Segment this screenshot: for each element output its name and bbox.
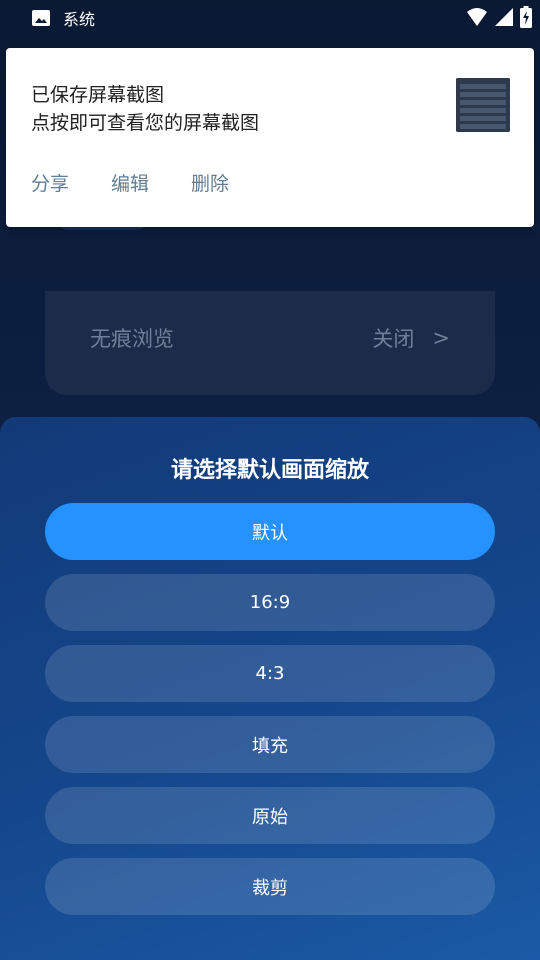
zoom-option-crop[interactable]: 裁剪 bbox=[45, 858, 495, 915]
incognito-setting-value: 关闭 > bbox=[372, 323, 450, 353]
screenshot-thumbnail[interactable] bbox=[456, 78, 510, 132]
incognito-setting-label: 无痕浏览 bbox=[90, 327, 174, 351]
battery-charging-icon bbox=[520, 6, 532, 32]
zoom-option-default[interactable]: 默认 bbox=[45, 503, 495, 560]
signal-icon bbox=[494, 7, 514, 31]
zoom-option-original[interactable]: 原始 bbox=[45, 787, 495, 844]
zoom-option-16-9[interactable]: 16:9 bbox=[45, 574, 495, 631]
chevron-right-icon: > bbox=[432, 326, 450, 350]
zoom-option-4-3[interactable]: 4:3 bbox=[45, 645, 495, 702]
zoom-option-fill[interactable]: 填充 bbox=[45, 716, 495, 773]
status-bar: 系统 bbox=[0, 0, 540, 36]
notification-actions: 分享 编辑 删除 bbox=[31, 169, 229, 196]
incognito-setting-value-text: 关闭 bbox=[372, 327, 415, 351]
wifi-icon bbox=[466, 7, 488, 31]
status-app-label: 系统 bbox=[63, 10, 96, 29]
notification-body: 点按即可查看您的屏幕截图 bbox=[31, 112, 260, 134]
notification-title: 已保存屏幕截图 bbox=[31, 84, 165, 106]
edit-button[interactable]: 编辑 bbox=[111, 169, 149, 196]
sheet-title: 请选择默认画面缩放 bbox=[170, 458, 369, 483]
image-icon bbox=[31, 9, 51, 27]
zoom-mode-bottom-sheet: 请选择默认画面缩放 默认 16:9 4:3 填充 原始 裁剪 bbox=[0, 417, 540, 960]
incognito-setting-card[interactable]: 无痕浏览 关闭 > bbox=[45, 291, 495, 395]
delete-button[interactable]: 删除 bbox=[191, 169, 229, 196]
screenshot-notification[interactable]: 已保存屏幕截图 点按即可查看您的屏幕截图 分享 编辑 删除 bbox=[6, 48, 534, 227]
share-button[interactable]: 分享 bbox=[31, 169, 69, 196]
